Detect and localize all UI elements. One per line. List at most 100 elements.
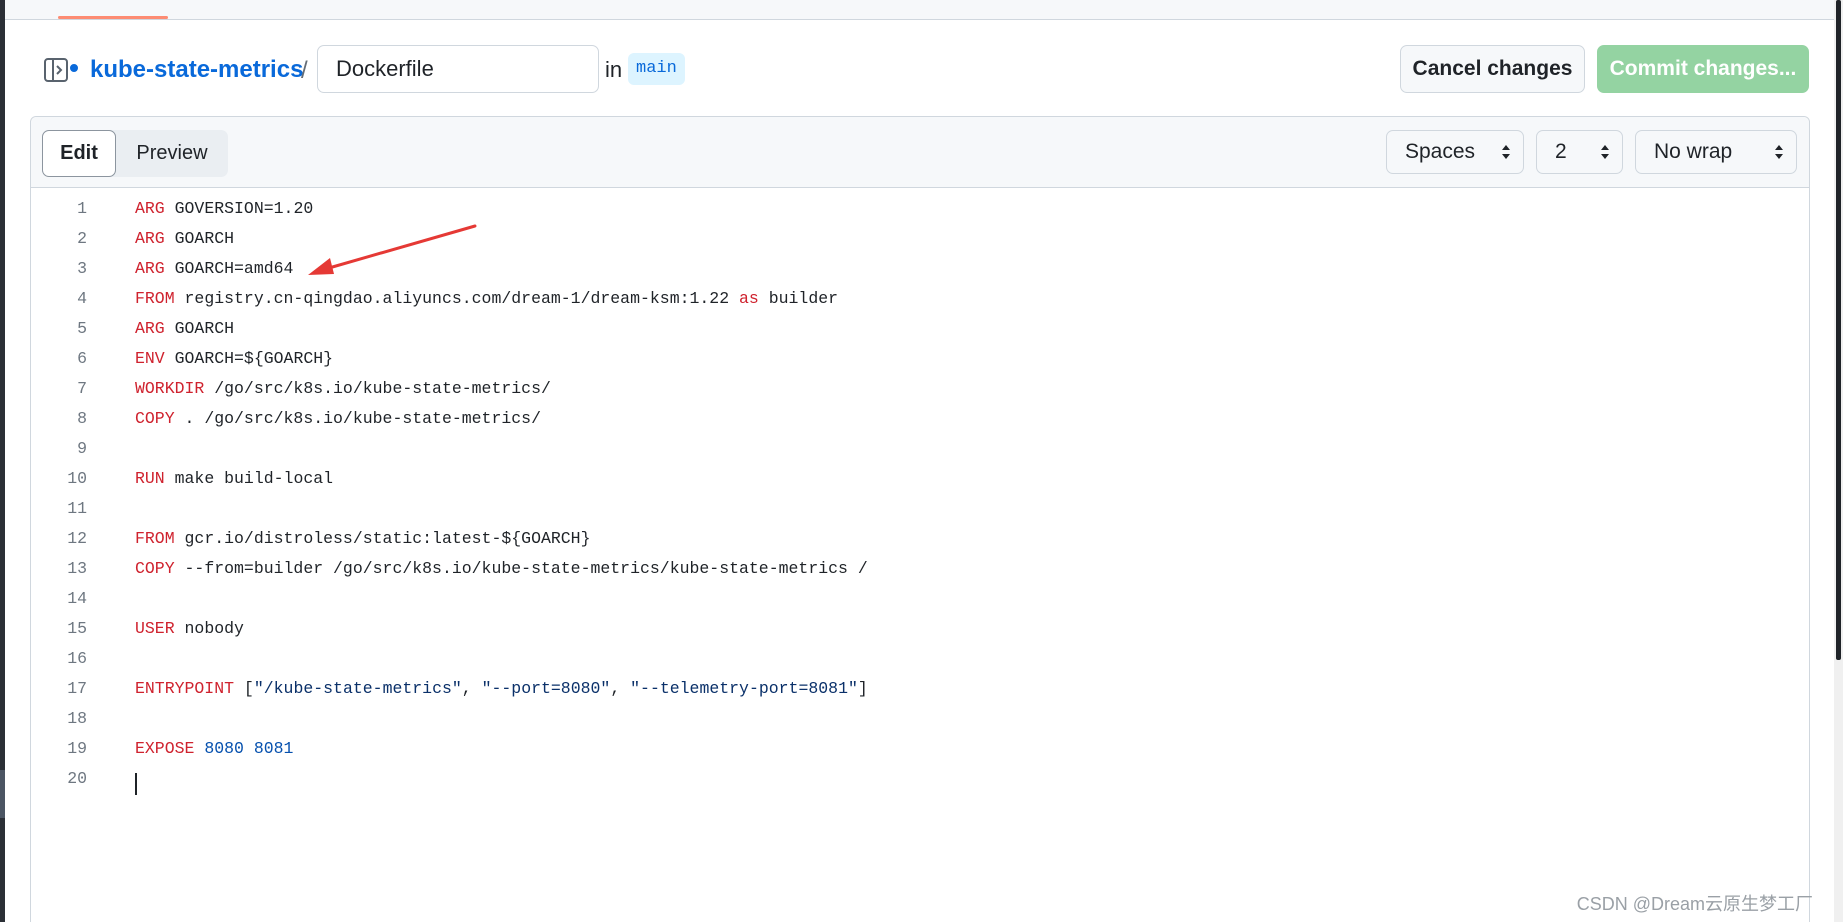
code-keyword: USER [135, 619, 175, 638]
in-label: in [605, 57, 623, 82]
code-line[interactable]: 16 [31, 644, 1809, 674]
line-content: FROM registry.cn-qingdao.aliyuncs.com/dr… [135, 284, 838, 314]
editor-panel: Edit Preview Spaces 2 No wrap 1 ARG GOVER… [30, 116, 1810, 922]
code-line[interactable]: 2 ARG GOARCH [31, 224, 1809, 254]
line-content: ARG GOARCH [135, 314, 234, 344]
repo-link[interactable]: kube-state-metrics [90, 56, 303, 84]
line-number: 14 [67, 589, 87, 608]
line-number: 7 [77, 379, 87, 398]
code-text: builder [758, 289, 839, 308]
scrollbar-thumb[interactable] [1836, 0, 1841, 660]
code-line[interactable]: 3 ARG GOARCH=amd64 [31, 254, 1809, 284]
filename-input[interactable] [317, 45, 599, 93]
code-text: nobody [174, 619, 244, 638]
code-line[interactable]: 19 EXPOSE 8080 8081 [31, 734, 1809, 764]
line-number: 17 [67, 679, 87, 698]
code-line[interactable]: 15 USER nobody [31, 614, 1809, 644]
indent-mode-select[interactable]: Spaces [1386, 130, 1524, 174]
code-keyword: WORKDIR [135, 379, 205, 398]
line-number: 8 [77, 409, 87, 428]
code-keyword: ARG [135, 199, 165, 218]
code-string: "/kube-state-metrics" [253, 679, 462, 698]
notification-dot [68, 62, 80, 74]
line-content: USER nobody [135, 614, 244, 644]
line-content: ENTRYPOINT ["/kube-state-metrics", "--po… [135, 674, 868, 704]
code-line[interactable]: 5 ARG GOARCH [31, 314, 1809, 344]
code-line[interactable]: 17 ENTRYPOINT ["/kube-state-metrics", "--… [31, 674, 1809, 704]
line-number: 12 [67, 529, 87, 548]
code-keyword: EXPOSE [135, 739, 195, 758]
edit-mode-tabs: Edit Preview [42, 130, 228, 177]
code-text: GOARCH [164, 319, 235, 338]
code-string: "--telemetry-port=8081" [630, 679, 858, 698]
line-content: ARG GOARCH [135, 224, 234, 254]
code-text: /go/src/k8s.io/kube-state-metrics/ [204, 379, 551, 398]
code-text: GOVERSION=1.20 [164, 199, 314, 218]
line-number: 15 [67, 619, 87, 638]
code-keyword: ARG [135, 259, 165, 278]
editor-header: kube-state-metrics / in main Cancel chan… [30, 44, 1812, 96]
code-line[interactable]: 12 FROM gcr.io/distroless/static:latest-$… [31, 524, 1809, 554]
code-line[interactable]: 4 FROM registry.cn-qingdao.aliyuncs.com/d… [31, 284, 1809, 314]
line-number: 4 [77, 289, 87, 308]
code-keyword: FROM [135, 529, 175, 548]
sidebar-expand-icon [44, 58, 68, 82]
select-caret-icon [1502, 145, 1510, 159]
code-line[interactable]: 7 WORKDIR /go/src/k8s.io/kube-state-metri… [31, 374, 1809, 404]
code-keyword: COPY [135, 559, 175, 578]
line-content: FROM gcr.io/distroless/static:latest-${G… [135, 524, 590, 554]
file-tree-toggle[interactable] [40, 54, 80, 86]
line-content: EXPOSE 8080 8081 [135, 734, 293, 764]
code-text: gcr.io/distroless/static:latest-${GOARCH… [174, 529, 591, 548]
code-text: make build-local [164, 469, 334, 488]
code-keyword: COPY [135, 409, 175, 428]
active-tab-underline [58, 16, 168, 19]
commit-changes-button[interactable]: Commit changes... [1597, 45, 1809, 93]
code-line[interactable]: 10 RUN make build-local [31, 464, 1809, 494]
cancel-changes-button[interactable]: Cancel changes [1400, 45, 1585, 93]
select-caret-icon [1601, 145, 1609, 159]
code-line[interactable]: 9 [31, 434, 1809, 464]
line-number: 6 [77, 349, 87, 368]
line-number: 3 [77, 259, 87, 278]
code-text: ] [857, 679, 868, 698]
code-keyword: FROM [135, 289, 175, 308]
code-line[interactable]: 11 [31, 494, 1809, 524]
code-text: GOARCH=${GOARCH} [164, 349, 334, 368]
code-line[interactable]: 1 ARG GOVERSION=1.20 [31, 194, 1809, 224]
window-left-edge-mark [0, 770, 5, 818]
wrap-mode-select[interactable]: No wrap [1635, 130, 1797, 174]
code-keyword: ARG [135, 319, 165, 338]
line-number: 13 [67, 559, 87, 578]
line-content: COPY --from=builder /go/src/k8s.io/kube-… [135, 554, 868, 584]
annotation-arrow-icon [308, 224, 477, 275]
editor-toolbar: Edit Preview Spaces 2 No wrap [31, 117, 1809, 188]
tab-edit[interactable]: Edit [42, 130, 116, 177]
code-line[interactable]: 18 [31, 704, 1809, 734]
line-content: ARG GOARCH=amd64 [135, 254, 293, 284]
watermark: CSDN @Dream云原生梦工厂 [1576, 894, 1813, 914]
code-text: , [610, 679, 631, 698]
code-line[interactable]: 8 COPY . /go/src/k8s.io/kube-state-metric… [31, 404, 1809, 434]
code-line[interactable]: 14 [31, 584, 1809, 614]
tab-preview[interactable]: Preview [118, 130, 226, 177]
line-number: 18 [67, 709, 87, 728]
line-number: 19 [67, 739, 87, 758]
line-number: 2 [77, 229, 87, 248]
code-keyword: RUN [135, 469, 165, 488]
indent-size-select[interactable]: 2 [1536, 130, 1623, 174]
code-line[interactable]: 13 COPY --from=builder /go/src/k8s.io/kub… [31, 554, 1809, 584]
code-line[interactable]: 6 ENV GOARCH=${GOARCH} [31, 344, 1809, 374]
line-number: 16 [67, 649, 87, 668]
code-editor[interactable]: 1 ARG GOVERSION=1.20 2 ARG GOARCH 3 ARG GOARC… [31, 188, 1809, 922]
wrap-mode-value: No wrap [1654, 140, 1733, 163]
line-number: 11 [67, 499, 87, 518]
line-content: ARG GOVERSION=1.20 [135, 194, 313, 224]
code-string: "--port=8080" [481, 679, 611, 698]
code-keyword: ENTRYPOINT [135, 679, 235, 698]
line-number: 1 [77, 199, 87, 218]
select-caret-icon [1775, 145, 1783, 159]
code-line[interactable]: 20 [31, 764, 1809, 794]
code-number: 8080 8081 [204, 739, 294, 758]
